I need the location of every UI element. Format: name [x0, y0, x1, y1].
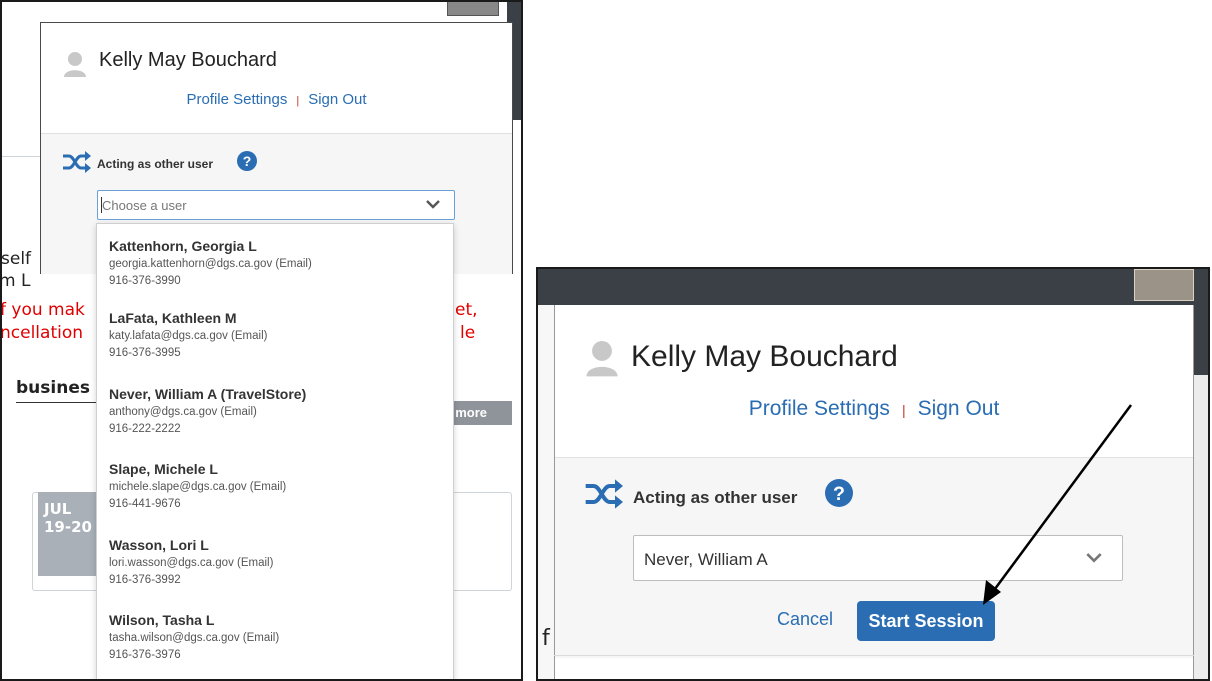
annotation-arrow [983, 404, 1133, 605]
